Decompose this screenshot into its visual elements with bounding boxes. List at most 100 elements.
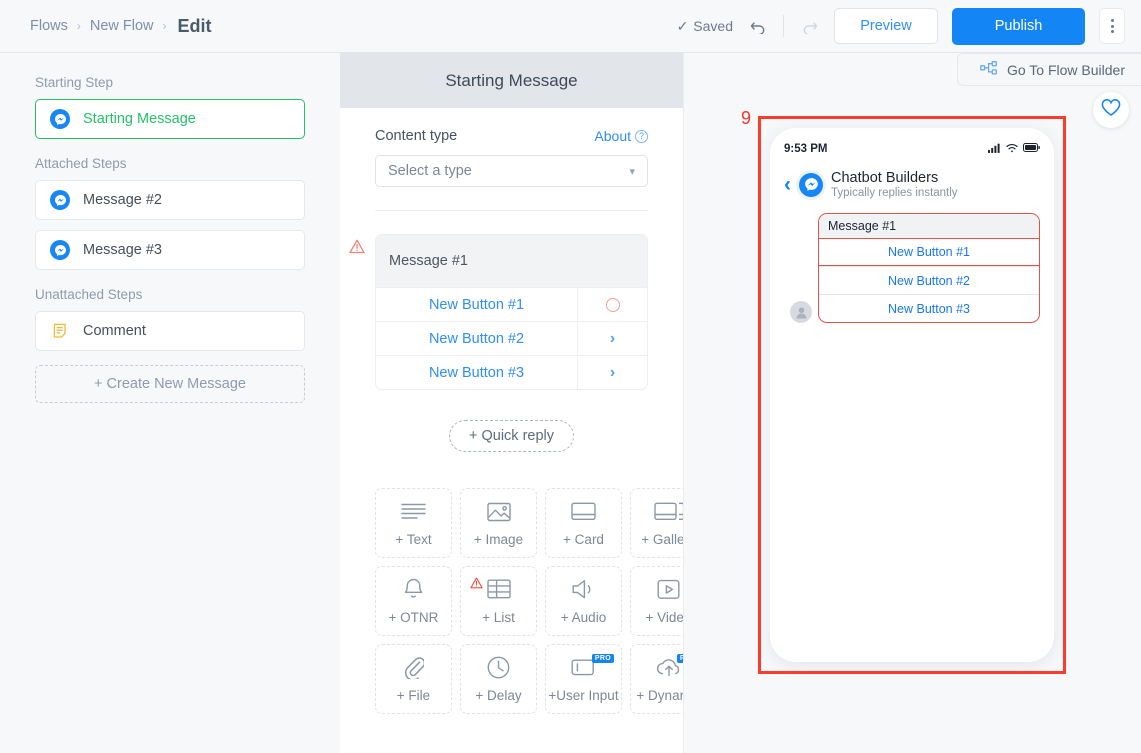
add-block-label: + Dynamic (636, 688, 683, 703)
add-block-label: + Card (563, 532, 604, 547)
preview-button-1[interactable]: New Button #1 (819, 238, 1039, 266)
app-root: Flows › New Flow › Edit ✓ Saved Preview … (0, 0, 1141, 753)
steps-sidebar: Starting Step Starting Message Attached … (0, 53, 340, 753)
add-otnr-button[interactable]: + OTNR (375, 566, 452, 636)
divider (375, 210, 648, 211)
phone-status-bar: 9:53 PM (784, 140, 1040, 158)
messenger-icon (50, 109, 70, 129)
breadcrumb-separator: › (76, 19, 81, 33)
message-card-title: Message #1 (376, 235, 647, 287)
add-user-input-button[interactable]: PRO +User Input (545, 644, 622, 714)
saved-status: ✓ Saved (677, 18, 733, 35)
add-file-button[interactable]: + File (375, 644, 452, 714)
breadcrumb: Flows › New Flow › Edit (0, 16, 212, 37)
pro-badge: PRO (591, 654, 614, 663)
more-vertical-icon[interactable] (1099, 8, 1125, 44)
message-button-label-3[interactable]: New Button #3 (376, 365, 577, 381)
preview-button-3[interactable]: New Button #3 (819, 294, 1039, 322)
add-gallery-button[interactable]: + Gallery (630, 488, 683, 558)
chat-header: ‹ Chatbot Builders Typically replies ins… (784, 170, 1040, 199)
sidebar-item-message-3[interactable]: Message #3 (35, 230, 305, 270)
sidebar-section-label-unattached-steps: Unattached Steps (35, 287, 143, 302)
content-type-select[interactable]: Select a type ▾ (375, 155, 648, 187)
chevron-right-icon[interactable]: › (577, 321, 647, 356)
content-type-label: Content type (375, 128, 458, 144)
preview-message-bubble: Message #1 New Button #1 New Button #2 N… (818, 213, 1040, 323)
sidebar-item-comment[interactable]: Comment (35, 311, 305, 351)
warning-triangle-icon (349, 239, 365, 259)
sidebar-item-label: Message #2 (83, 192, 162, 208)
breadcrumb-separator-2: › (162, 19, 167, 33)
text-lines-icon (401, 499, 426, 523)
message-card-wrapper: Message #1 New Button #1 New Button #2 ›… (349, 234, 648, 390)
chat-page-name: Chatbot Builders (831, 170, 939, 186)
comment-note-icon (50, 323, 70, 339)
favorite-button[interactable] (1093, 92, 1129, 128)
add-list-button[interactable]: + List (460, 566, 537, 636)
add-text-button[interactable]: + Text (375, 488, 452, 558)
message-button-row: New Button #1 (376, 287, 647, 322)
sidebar-section-label-starting-step: Starting Step (35, 75, 114, 90)
create-new-message-button[interactable]: + Create New Message (35, 365, 305, 403)
top-toolbar: Flows › New Flow › Edit ✓ Saved Preview … (0, 0, 1141, 53)
add-delay-button[interactable]: + Delay (460, 644, 537, 714)
add-quick-reply-button[interactable]: + Quick reply (448, 420, 575, 452)
undo-arrow-icon[interactable] (747, 15, 769, 37)
add-image-button[interactable]: + Image (460, 488, 537, 558)
phone-preview: 9:53 PM ‹ Chatbot Builders Typically rep… (770, 128, 1054, 662)
preview-button[interactable]: Preview (834, 8, 938, 44)
add-block-label: + Audio (560, 610, 607, 625)
user-avatar-icon (790, 301, 812, 323)
messenger-icon (50, 240, 70, 260)
add-block-label: + List (482, 610, 515, 625)
chat-page-status: Typically replies instantly (831, 187, 958, 199)
messenger-icon (50, 190, 70, 210)
add-block-label: + Text (395, 532, 432, 547)
sidebar-item-label: Comment (83, 323, 146, 339)
toolbar-actions: ✓ Saved Preview Publish (677, 7, 1141, 45)
add-block-label: +User Input (548, 688, 619, 703)
message-button-label-1[interactable]: New Button #1 (376, 297, 577, 313)
phone-screen: 9:53 PM ‹ Chatbot Builders Typically rep… (770, 128, 1054, 323)
video-play-icon (657, 577, 680, 601)
about-link[interactable]: About ? (594, 128, 648, 144)
sidebar-item-label: Message #3 (83, 242, 162, 258)
go-to-flow-builder-button[interactable]: Go To Flow Builder (956, 53, 1141, 86)
message-editor-panel: Starting Message Content type About ? Se… (340, 53, 684, 753)
add-block-label: + Video (645, 610, 684, 625)
breadcrumb-item-new-flow[interactable]: New Flow (90, 18, 154, 34)
chevron-right-icon[interactable]: › (577, 355, 647, 389)
add-block-label: + OTNR (388, 610, 439, 625)
redo-arrow-icon[interactable] (798, 15, 820, 37)
add-dynamic-button[interactable]: PRO + Dynamic (630, 644, 683, 714)
preview-button-2[interactable]: New Button #2 (819, 266, 1039, 294)
battery-icon (1023, 143, 1040, 155)
clock-icon (487, 655, 510, 679)
content-type-row: Content type About ? (375, 128, 648, 144)
add-card-button[interactable]: + Card (545, 488, 622, 558)
gallery-icon (653, 499, 683, 523)
list-table-icon (486, 577, 511, 601)
sidebar-item-message-2[interactable]: Message #2 (35, 180, 305, 220)
message-button-row: New Button #2 › (376, 321, 647, 356)
add-audio-button[interactable]: + Audio (545, 566, 622, 636)
add-block-label: + Delay (475, 688, 522, 703)
message-card: Message #1 New Button #1 New Button #2 ›… (375, 234, 648, 390)
publish-button[interactable]: Publish (952, 7, 1085, 45)
bell-icon (403, 577, 424, 601)
speaker-icon (572, 577, 596, 601)
add-video-button[interactable]: + Video (630, 566, 684, 636)
saved-label: Saved (693, 18, 733, 34)
message-button-row: New Button #3 › (376, 355, 647, 389)
paperclip-icon (404, 655, 424, 679)
message-button-label-2[interactable]: New Button #2 (376, 331, 577, 347)
toolbar-divider (783, 15, 784, 37)
chevron-left-icon[interactable]: ‹ (784, 173, 791, 197)
quick-reply-wrapper: + Quick reply (375, 420, 648, 452)
sidebar-item-starting-message[interactable]: Starting Message (35, 99, 305, 139)
warning-triangle-icon (470, 576, 483, 594)
editor-panel-title: Starting Message (340, 53, 683, 108)
circle-unlinked-icon[interactable] (577, 287, 647, 322)
breadcrumb-item-flows[interactable]: Flows (30, 18, 68, 34)
page-title: Edit (177, 15, 212, 36)
